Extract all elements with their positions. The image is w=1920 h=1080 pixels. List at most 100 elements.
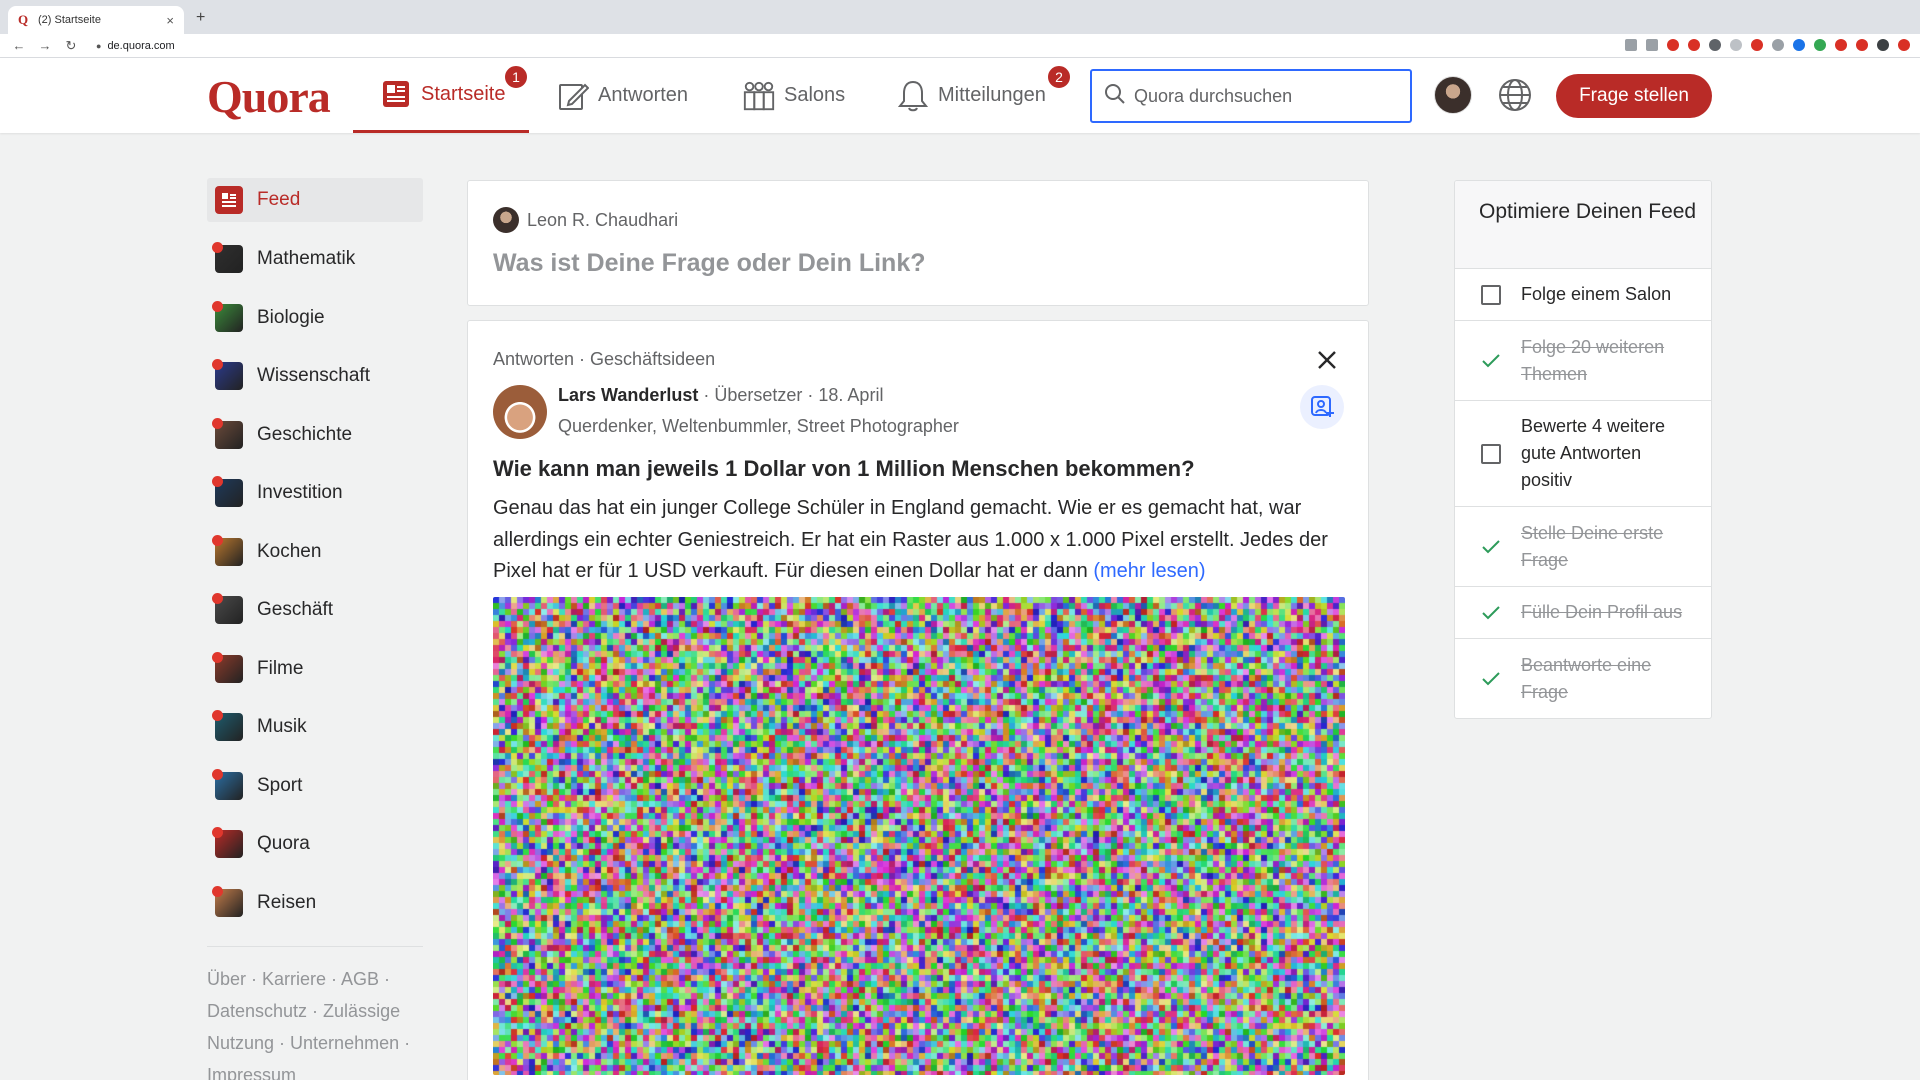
sidebar-item-geschichte[interactable]: Geschichte (207, 406, 423, 465)
sidebar-item-biologie[interactable]: Biologie (207, 289, 423, 348)
lock-icon: ● (96, 40, 102, 51)
feed-icon (215, 186, 243, 214)
url-text: de.quora.com (107, 39, 175, 52)
sidebar-item-label: Geschäft (257, 599, 334, 621)
browser-extension-icon[interactable] (1772, 39, 1784, 51)
browser-extension-icon[interactable] (1646, 39, 1658, 51)
sidebar-divider (207, 946, 423, 947)
browser-toolbar: ← → ↻ ● de.quora.com (0, 34, 1920, 58)
tab-title: (2) Startseite (38, 14, 101, 26)
sidebar-item-label: Mathematik (257, 248, 356, 270)
close-icon[interactable] (1316, 349, 1338, 371)
task-checkbox[interactable] (1481, 443, 1501, 464)
ask-prompt[interactable]: Was ist Deine Frage oder Dein Link? (493, 249, 926, 278)
back-button[interactable]: ← (12, 38, 26, 53)
sidebar-item-label: Biologie (257, 306, 325, 328)
optimize-task-item[interactable]: Stelle Deine erste Frage (1455, 507, 1711, 587)
sidebar-item-label: Feed (257, 189, 301, 210)
browser-extension-icon[interactable] (1835, 39, 1847, 51)
notification-badge: 1 (503, 64, 529, 90)
pixel-grid-image[interactable] (493, 597, 1345, 1075)
browser-extension-icon[interactable] (1856, 39, 1868, 51)
sidebar-item-label: Wissenschaft (257, 365, 370, 387)
optimize-task-item[interactable]: Fülle Dein Profil aus (1455, 587, 1711, 639)
tab-close-icon[interactable]: × (166, 13, 174, 28)
browser-extension-icon[interactable] (1709, 39, 1721, 51)
topic-thumbnail (212, 417, 243, 449)
search-box[interactable] (1090, 69, 1412, 123)
ask-question-button[interactable]: Frage stellen (1556, 74, 1712, 118)
optimize-task-item[interactable]: Folge 20 weiteren Themen (1455, 321, 1711, 401)
optimize-task-item[interactable]: Bewerte 4 weitere gute Antworten positiv (1455, 401, 1711, 507)
sidebar-item-label: Sport (257, 774, 303, 796)
browser-extension-icon[interactable] (1814, 39, 1826, 51)
author-avatar[interactable] (493, 385, 547, 439)
browser-extension-icon[interactable] (1688, 39, 1700, 51)
topic-thumbnail (212, 885, 243, 917)
follow-button[interactable] (1300, 385, 1344, 429)
sidebar-item-mathematik[interactable]: Mathematik (207, 230, 423, 289)
browser-extension-icon[interactable] (1667, 39, 1679, 51)
footer-links[interactable]: Über · Karriere · AGB · Datenschutz · Zu… (207, 963, 423, 1080)
nav-label: Mitteilungen (938, 84, 1046, 106)
sidebar-item-investition[interactable]: Investition (207, 464, 423, 523)
sidebar-item-label: Filme (257, 657, 304, 679)
new-content-dot (212, 710, 223, 722)
new-content-dot (212, 359, 223, 371)
nav-startseite[interactable]: Startseite 1 (353, 58, 530, 133)
sidebar-item-geschäft[interactable]: Geschäft (207, 581, 423, 640)
sidebar-item-sport[interactable]: Sport (207, 757, 423, 816)
browser-extension-icon[interactable] (1793, 39, 1805, 51)
ask-question-card[interactable]: Leon R. Chaudhari Was ist Deine Frage od… (467, 180, 1369, 306)
nav-antworten[interactable]: Antworten (556, 58, 688, 133)
bell-icon (896, 79, 930, 113)
new-tab-button[interactable]: + (196, 9, 205, 27)
optimize-task-item[interactable]: Beantworte eine Frage (1455, 639, 1711, 718)
read-more-link[interactable]: (mehr lesen) (1093, 560, 1205, 582)
topic-thumbnail (212, 827, 243, 859)
pixel-noise-canvas (493, 597, 1345, 1075)
globe-icon[interactable] (1496, 76, 1534, 114)
checkmark-icon (1481, 603, 1501, 623)
sidebar-item-quora[interactable]: Quora (207, 815, 423, 874)
topic-thumbnail (212, 593, 243, 625)
nav-label: Salons (784, 84, 846, 106)
topic-thumbnail (212, 651, 243, 683)
sidebar-item-feed[interactable]: Feed (207, 178, 423, 222)
browser-extension-icon[interactable] (1751, 39, 1763, 51)
nav-mitteilungen[interactable]: Mitteilungen 2 (896, 58, 1072, 133)
topic-thumbnail (212, 476, 243, 508)
author-name[interactable]: Lars Wanderlust (558, 385, 698, 405)
post-title[interactable]: Wie kann man jeweils 1 Dollar von 1 Mill… (493, 456, 1195, 482)
forward-button[interactable]: → (38, 38, 52, 53)
address-bar[interactable]: ● de.quora.com (96, 40, 175, 52)
browser-extension-icon[interactable] (1625, 39, 1637, 51)
browser-extension-icon[interactable] (1898, 39, 1910, 51)
sidebar-item-wissenschaft[interactable]: Wissenschaft (207, 347, 423, 406)
browser-tab[interactable]: Q (2) Startseite × (8, 6, 184, 34)
ask-user-name: Leon R. Chaudhari (527, 209, 679, 230)
author-credential: Querdenker, Weltenbummler, Street Photog… (558, 416, 959, 436)
optimize-task-item[interactable]: Folge einem Salon (1455, 269, 1711, 321)
profile-avatar[interactable] (1434, 76, 1472, 114)
search-input[interactable] (1134, 85, 1394, 107)
quora-logo[interactable]: Quora (207, 70, 331, 123)
browser-extension-icon[interactable] (1877, 39, 1889, 51)
new-content-dot (212, 417, 223, 429)
sidebar-item-filme[interactable]: Filme (207, 640, 423, 699)
sidebar-item-musik[interactable]: Musik (207, 698, 423, 757)
post-context[interactable]: Antworten · Geschäftsideen (493, 349, 715, 370)
sidebar-item-label: Investition (257, 482, 343, 504)
sidebar-item-kochen[interactable]: Kochen (207, 523, 423, 582)
user-avatar (493, 207, 519, 233)
browser-extension-icon[interactable] (1730, 39, 1742, 51)
new-content-dot (212, 300, 223, 312)
new-content-dot (212, 885, 223, 897)
answer-post-card: Antworten · Geschäftsideen Lars Wanderlu… (467, 320, 1369, 1080)
search-icon (1104, 83, 1126, 110)
task-checkbox[interactable] (1481, 284, 1501, 305)
nav-salons[interactable]: Salons (742, 58, 845, 133)
sidebar-item-reisen[interactable]: Reisen (207, 874, 423, 933)
optimize-feed-panel: Optimiere Deinen Feed Folge einem Salon F… (1454, 180, 1712, 719)
reload-button[interactable]: ↻ (64, 38, 78, 54)
